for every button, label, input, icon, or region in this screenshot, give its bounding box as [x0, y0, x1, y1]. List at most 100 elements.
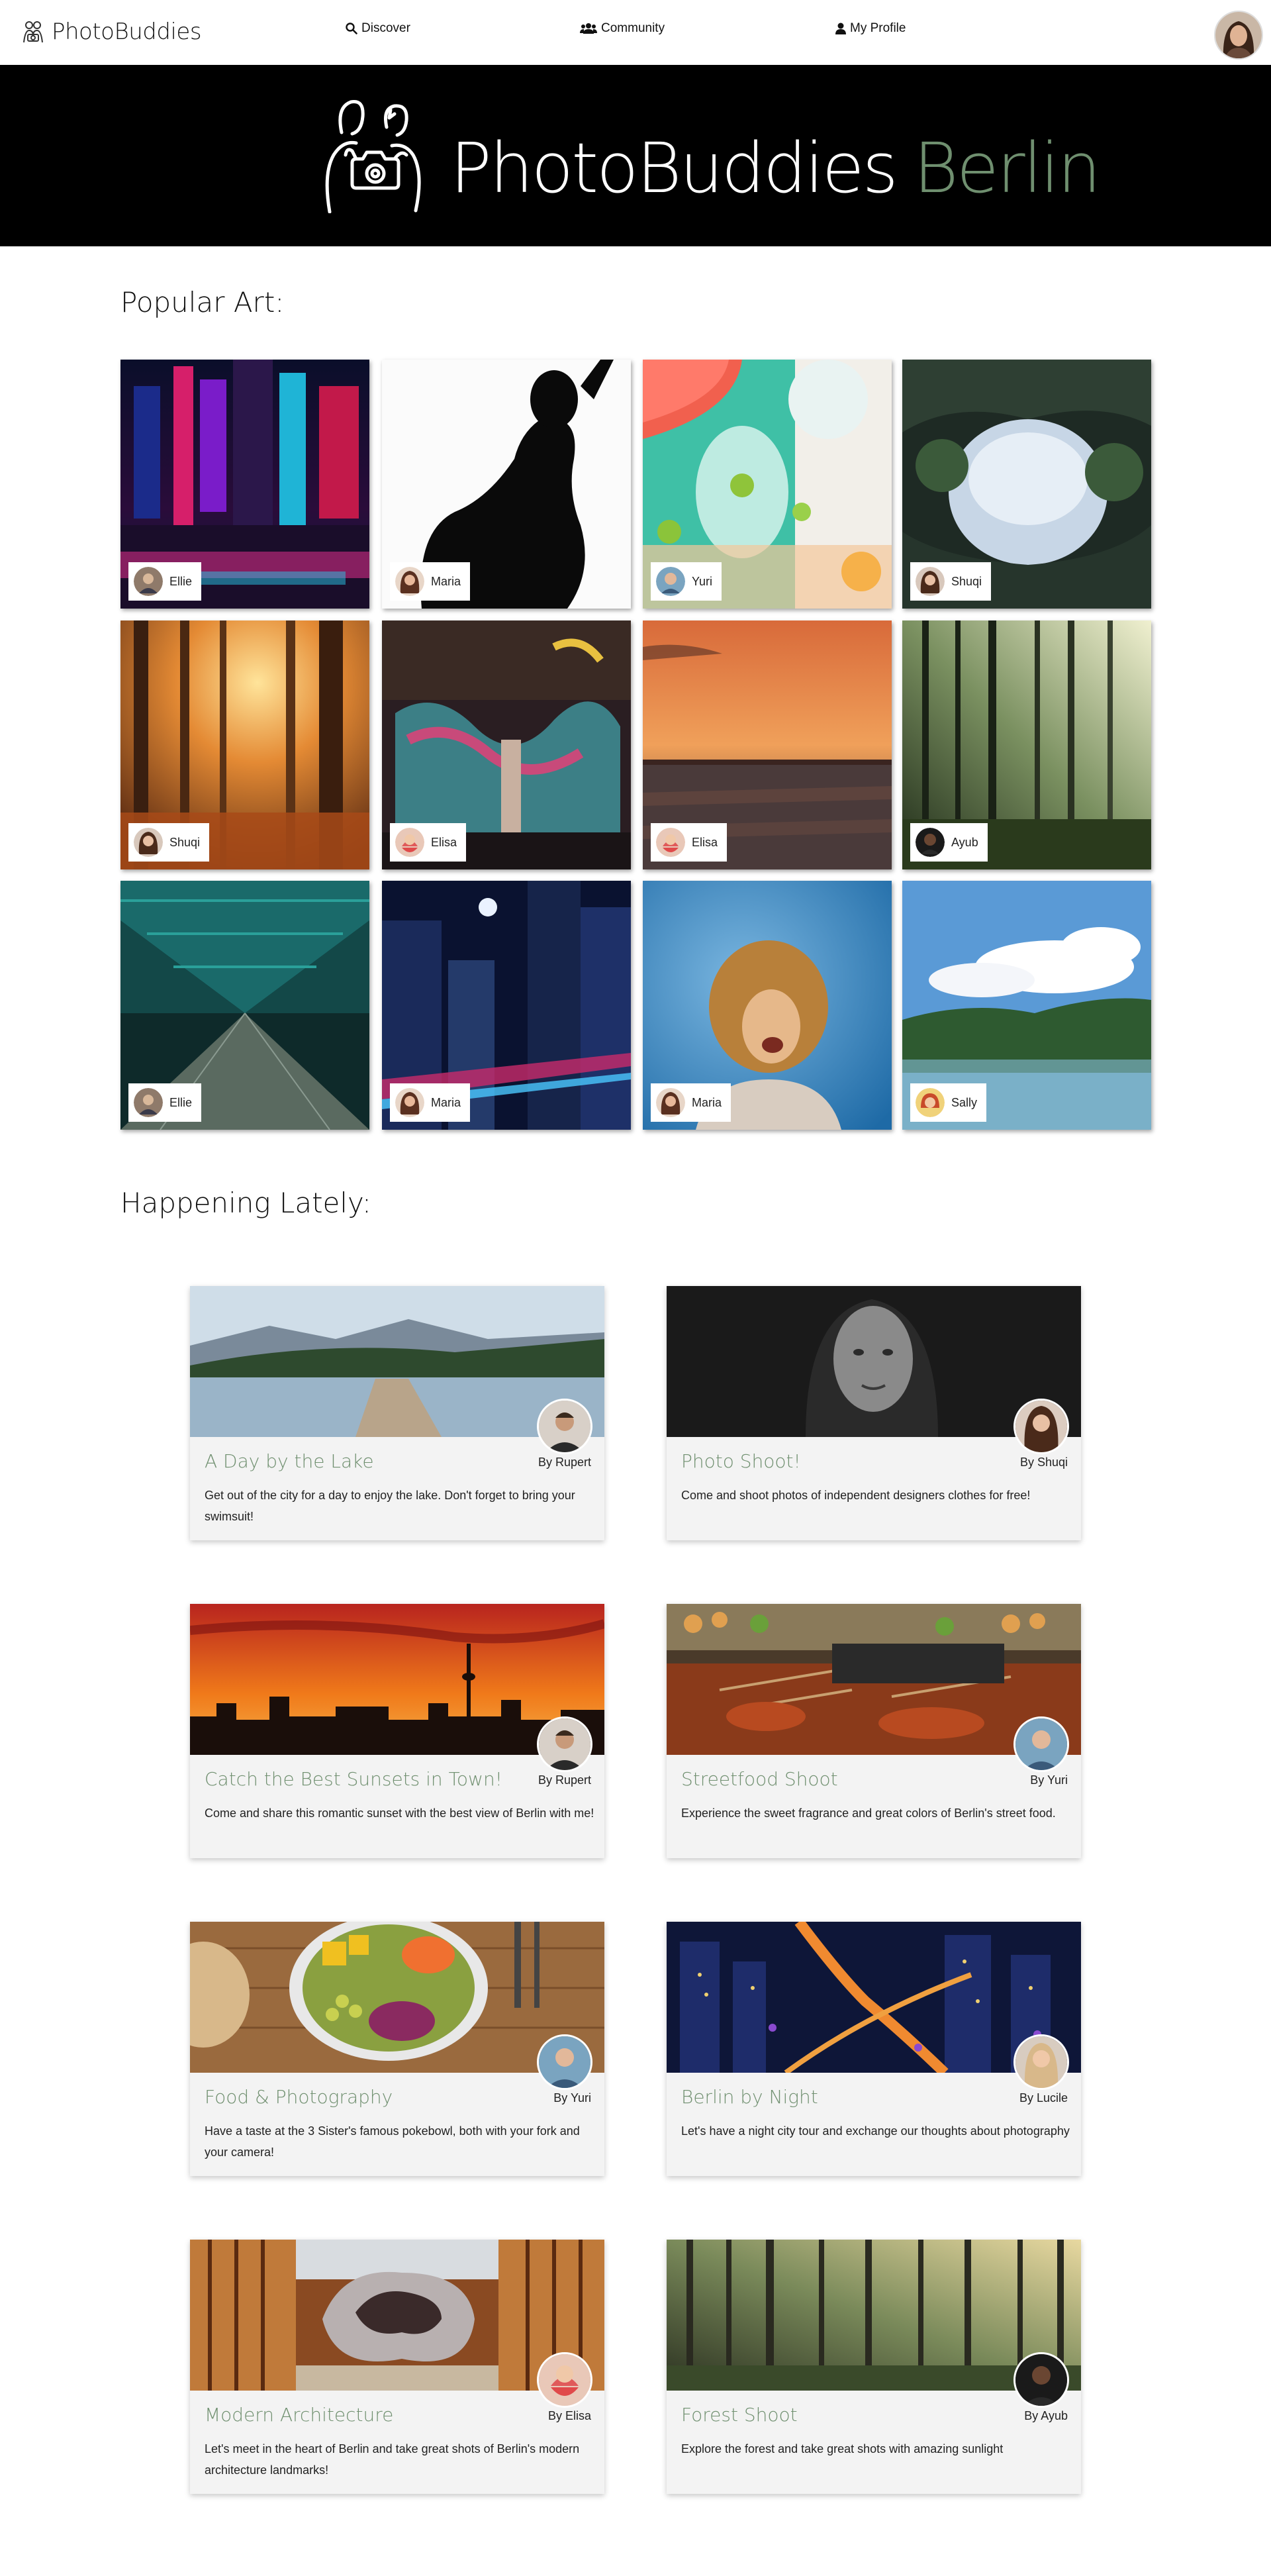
banner-title: PhotoBuddies Berlin: [450, 134, 1101, 203]
nav-profile-link[interactable]: My Profile: [835, 21, 906, 36]
art-author-name: Maria: [431, 574, 461, 588]
author-avatar: [916, 828, 945, 857]
art-tile-sea-sunset[interactable]: Elisa: [643, 620, 892, 869]
event-description: Explore the forest and take great shots …: [681, 2442, 1004, 2455]
art-author-name: Elisa: [692, 835, 718, 849]
event-card[interactable]: Catch the Best Sunsets in Town! By Ruper…: [190, 1604, 604, 1858]
event-description: Let's have a night city tour and exchang…: [681, 2124, 1070, 2138]
art-author-tag: Ellie: [128, 562, 202, 601]
art-author-name: Shuqi: [169, 835, 201, 849]
author-avatar: [395, 828, 424, 857]
art-tile-city-night[interactable]: Maria: [382, 881, 631, 1130]
art-tile-drinks[interactable]: Yuri: [643, 360, 892, 609]
event-title: Berlin by Night: [681, 2086, 818, 2108]
host-avatar: [1013, 2352, 1069, 2408]
host-avatar: [1013, 1716, 1069, 1772]
event-description: Have a taste at the 3 Sister's famous po…: [205, 2124, 580, 2159]
art-author-name: Maria: [431, 1095, 461, 1109]
event-title: Modern Architecture: [205, 2404, 394, 2426]
event-host: By Yuri: [553, 2091, 591, 2105]
author-avatar: [134, 828, 163, 857]
author-avatar: [656, 1088, 685, 1117]
event-host: By Elisa: [547, 2409, 591, 2422]
art-author-name: Elisa: [431, 835, 457, 849]
top-navbar: PhotoBuddies Discover Community My Profi…: [0, 0, 1271, 65]
art-author-tag: Sally: [910, 1083, 987, 1122]
search-icon: [346, 23, 357, 34]
event-title: Food & Photography: [205, 2086, 393, 2108]
art-author-name: Sally: [951, 1095, 978, 1109]
art-author-name: Shuqi: [951, 574, 982, 588]
event-description: Experience the sweet fragrance and great…: [681, 1807, 1056, 1820]
host-avatar: [1013, 2034, 1069, 2090]
nav-community-label: Community: [601, 21, 665, 35]
host-avatar: [537, 1399, 592, 1454]
art-tile-pine-forest[interactable]: Ayub: [902, 620, 1151, 869]
nav-community-link[interactable]: Community: [580, 21, 665, 36]
author-avatar: [134, 567, 163, 596]
art-tile-teal-bridge[interactable]: Ellie: [120, 881, 369, 1130]
art-author-tag: Elisa: [651, 823, 728, 862]
art-author-name: Ayub: [951, 835, 978, 849]
event-title: A Day by the Lake: [205, 1450, 374, 1472]
art-author-tag: Ellie: [128, 1083, 202, 1122]
art-author-tag: Maria: [390, 1083, 471, 1122]
event-card[interactable]: Streetfood Shoot By Yuri Experience the …: [667, 1604, 1081, 1858]
avatar: [1215, 12, 1262, 58]
event-host: By Rupert: [538, 1773, 591, 1787]
art-author-name: Ellie: [169, 1095, 193, 1109]
brand-link[interactable]: PhotoBuddies: [20, 17, 202, 46]
art-author-tag: Maria: [651, 1083, 731, 1122]
event-description: Come and shoot photos of independent des…: [681, 1489, 1031, 1502]
art-tile-curly-portrait[interactable]: Maria: [643, 881, 892, 1130]
art-author-name: Yuri: [692, 574, 713, 588]
art-tile-cave-sky[interactable]: Shuqi: [902, 360, 1151, 609]
author-avatar: [395, 1088, 424, 1117]
users-icon: [580, 23, 597, 34]
event-card[interactable]: Forest Shoot By Ayub Explore the forest …: [667, 2240, 1081, 2494]
camera-buddies-logo-icon: [23, 21, 43, 43]
art-author-tag: Yuri: [651, 562, 722, 601]
banner-brand-text: PhotoBuddies: [450, 128, 898, 209]
user-icon: [835, 23, 846, 34]
event-card[interactable]: Food & Photography By Yuri Have a taste …: [190, 1922, 604, 2176]
photobuddies-logo-icon: [325, 99, 421, 213]
art-author-tag: Maria: [390, 562, 471, 601]
art-author-tag: Elisa: [390, 823, 467, 862]
art-tile-silhouette[interactable]: Maria: [382, 360, 631, 609]
art-tile-neon-street[interactable]: Ellie: [120, 360, 369, 609]
host-avatar: [1013, 1399, 1069, 1454]
author-avatar: [134, 1088, 163, 1117]
art-author-tag: Shuqi: [910, 562, 992, 601]
art-author-tag: Ayub: [910, 823, 988, 862]
event-card[interactable]: Modern Architecture By Elisa Let's meet …: [190, 2240, 604, 2494]
event-card[interactable]: A Day by the Lake By Rupert Get out of t…: [190, 1286, 604, 1540]
event-host: By Lucile: [1019, 2091, 1068, 2105]
event-card[interactable]: Berlin by Night By Lucile Let's have a n…: [667, 1922, 1081, 2176]
art-author-name: Maria: [692, 1095, 722, 1109]
art-author-tag: Shuqi: [128, 823, 210, 862]
nav-profile-label: My Profile: [850, 21, 906, 35]
user-avatar-button[interactable]: [1214, 11, 1263, 60]
hero-banner: PhotoBuddies Berlin: [0, 65, 1271, 246]
host-avatar: [537, 2034, 592, 2090]
popular-art-heading: Popular Art:: [120, 286, 285, 319]
host-avatar: [537, 1716, 592, 1772]
event-host: By Rupert: [538, 1456, 591, 1469]
event-host: By Yuri: [1030, 1773, 1068, 1787]
event-description: Get out of the city for a day to enjoy t…: [205, 1489, 575, 1523]
art-tile-graffiti[interactable]: Elisa: [382, 620, 631, 869]
happening-lately-heading: Happening Lately:: [120, 1187, 372, 1219]
event-host: By Ayub: [1024, 2409, 1068, 2422]
art-tile-lake-clouds[interactable]: Sally: [902, 881, 1151, 1130]
author-avatar: [916, 1088, 945, 1117]
nav-discover-label: Discover: [361, 21, 410, 35]
event-description: Let's meet in the heart of Berlin and ta…: [205, 2442, 580, 2477]
art-author-name: Ellie: [169, 574, 193, 588]
banner-city-text: Berlin: [913, 128, 1102, 209]
author-avatar: [916, 567, 945, 596]
nav-discover-link[interactable]: Discover: [346, 21, 410, 36]
event-card[interactable]: Photo Shoot! By Shuqi Come and shoot pho…: [667, 1286, 1081, 1540]
event-title: Photo Shoot!: [681, 1450, 801, 1472]
art-tile-autumn-forest[interactable]: Shuqi: [120, 620, 369, 869]
